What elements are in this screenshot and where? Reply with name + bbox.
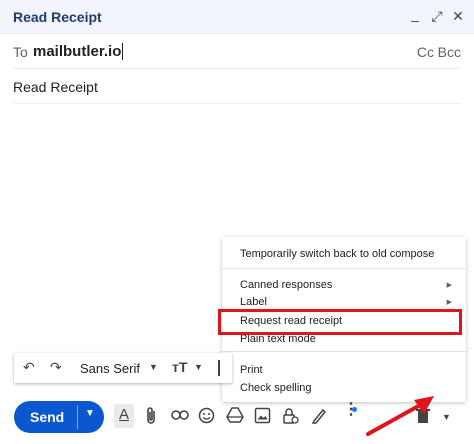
font-size-icon[interactable]: тT xyxy=(172,359,187,375)
submenu-arrow-icon: ▶ xyxy=(446,282,452,289)
formatting-toolbar: ↶ ↷ Sans Serif ▼ тT ▼ xyxy=(14,353,232,383)
highlight-box xyxy=(218,309,462,335)
confidential-icon[interactable] xyxy=(282,407,299,425)
menu-divider xyxy=(222,268,466,269)
subject-input[interactable]: Read Receipt xyxy=(13,79,98,95)
drive-icon[interactable] xyxy=(226,407,244,423)
compose-titlebar[interactable]: Read Receipt _ ⤢ ✕ xyxy=(0,0,474,34)
menu-item-print[interactable]: Print xyxy=(240,364,263,376)
close-icon[interactable]: ✕ xyxy=(449,6,467,26)
menu-item-canned-responses[interactable]: Canned responses xyxy=(240,279,332,291)
annotation-arrow-icon xyxy=(366,396,434,436)
dropdown-icon[interactable]: ▼ xyxy=(442,412,451,422)
attach-icon[interactable] xyxy=(145,407,157,425)
send-label: Send xyxy=(30,409,65,425)
subject-field[interactable]: Read Receipt xyxy=(13,69,461,104)
send-divider xyxy=(77,405,78,429)
to-input[interactable]: mailbutler.io xyxy=(33,43,124,60)
font-select[interactable]: Sans Serif xyxy=(80,361,140,376)
send-button[interactable]: Send ▼ xyxy=(14,401,104,433)
link-icon[interactable] xyxy=(171,409,189,421)
cc-link[interactable]: Cc xyxy=(417,44,434,60)
bcc-link[interactable]: Bcc xyxy=(438,44,461,60)
signature-icon[interactable] xyxy=(311,407,327,424)
send-options-icon[interactable]: ▼ xyxy=(85,408,95,419)
formatting-icon[interactable]: A xyxy=(114,404,134,428)
compose-title: Read Receipt xyxy=(13,9,102,25)
menu-item-check-spelling[interactable]: Check spelling xyxy=(240,382,312,394)
undo-icon[interactable]: ↶ xyxy=(23,359,35,376)
chevron-down-icon[interactable]: ▼ xyxy=(149,362,158,372)
submenu-arrow-icon: ▶ xyxy=(446,299,452,306)
compose-window: Read Receipt _ ⤢ ✕ To mailbutler.io Cc B… xyxy=(0,0,474,444)
menu-divider xyxy=(222,351,466,352)
align-icon[interactable] xyxy=(218,360,220,376)
menu-item-old-compose[interactable]: Temporarily switch back to old compose xyxy=(240,248,434,260)
emoji-icon[interactable] xyxy=(198,407,215,424)
expand-icon[interactable]: ⤢ xyxy=(428,6,446,26)
redo-icon[interactable]: ↷ xyxy=(50,359,62,376)
chevron-down-icon[interactable]: ▼ xyxy=(194,362,203,372)
to-label: To xyxy=(13,44,28,60)
minimize-icon[interactable]: _ xyxy=(406,4,424,24)
menu-item-label[interactable]: Label xyxy=(240,296,267,308)
to-field[interactable]: To mailbutler.io Cc Bcc xyxy=(13,35,461,69)
notification-dot xyxy=(352,407,357,412)
photo-icon[interactable] xyxy=(254,407,271,424)
